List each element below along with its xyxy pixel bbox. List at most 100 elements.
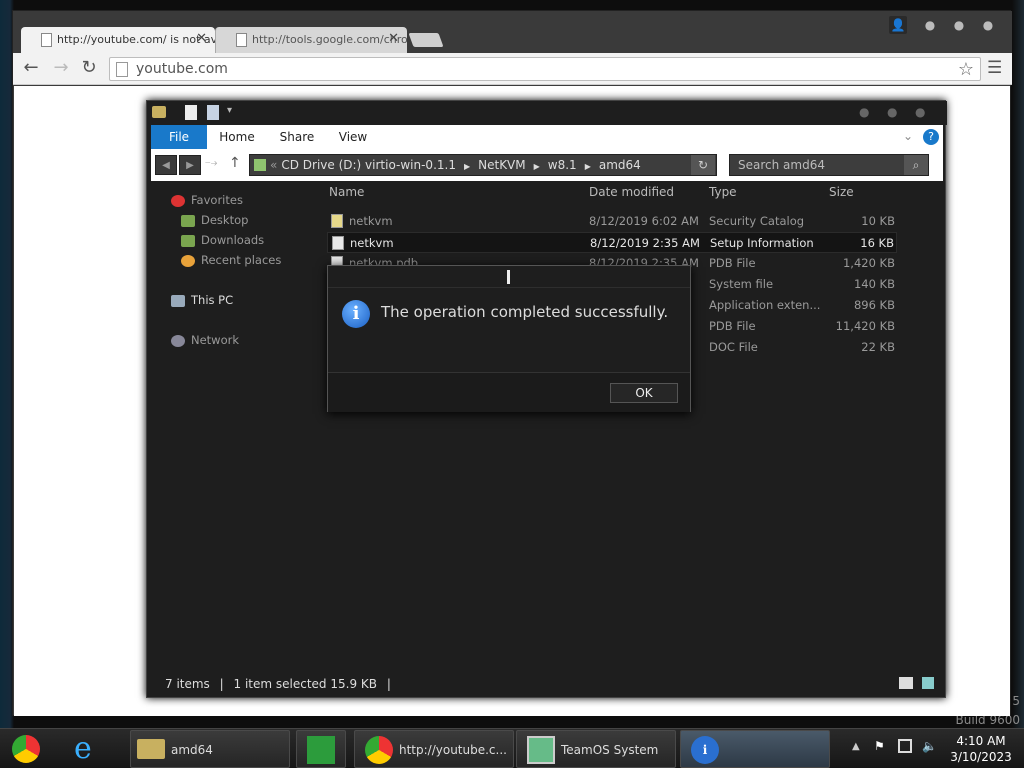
- volume-muted-icon[interactable]: 🔈: [922, 739, 937, 753]
- selection-info: 1 item selected 15.9 KB: [233, 677, 377, 691]
- qat-dropdown-icon[interactable]: ▾: [227, 105, 232, 116]
- crumb-netkvm[interactable]: NetKVM: [478, 158, 526, 172]
- new-tab-button[interactable]: [408, 33, 444, 47]
- info-icon: i: [691, 736, 719, 764]
- store-icon: [307, 736, 335, 764]
- back-icon[interactable]: ←: [19, 57, 43, 81]
- info-icon: i: [342, 300, 370, 328]
- close-button[interactable]: ●: [915, 105, 925, 119]
- page-icon: [236, 33, 247, 47]
- chrome-icon: [365, 736, 393, 764]
- chrome-pinned-icon: [12, 735, 40, 763]
- properties-icon[interactable]: [185, 105, 197, 120]
- new-folder-icon[interactable]: [207, 105, 219, 120]
- folder-icon: [152, 106, 166, 118]
- help-icon[interactable]: ?: [923, 129, 939, 145]
- nav-this-pc[interactable]: This PC: [171, 293, 233, 307]
- nav-favorites[interactable]: Favorites: [171, 193, 243, 207]
- taskbar-dialog[interactable]: i: [680, 730, 830, 768]
- close-tab-icon[interactable]: ✕: [196, 31, 207, 46]
- folder-icon: [137, 739, 165, 759]
- forward-icon[interactable]: ▶: [179, 155, 201, 175]
- bookmark-star-icon[interactable]: ☆: [958, 59, 974, 80]
- taskbar: e amd64 http://youtube.c... TeamOS Syste…: [0, 728, 1024, 768]
- ribbon: File Home Share View ⌄ ?: [151, 125, 943, 149]
- minimize-button[interactable]: ●: [859, 105, 869, 119]
- store-pinned-button[interactable]: [296, 730, 346, 768]
- nav-desktop[interactable]: Desktop: [181, 213, 248, 227]
- tab-file[interactable]: File: [151, 125, 207, 149]
- catalog-file-icon: [331, 214, 343, 228]
- dialog-footer: OK: [328, 372, 690, 412]
- maximize-button[interactable]: ●: [887, 105, 897, 119]
- clock-date: 3/10/2023: [950, 750, 1012, 764]
- tab-home[interactable]: Home: [215, 125, 259, 149]
- back-icon[interactable]: ◀: [155, 155, 177, 175]
- nav-downloads[interactable]: Downloads: [181, 233, 264, 247]
- address-input[interactable]: [136, 60, 936, 78]
- build-digit: 5: [1012, 694, 1020, 708]
- refresh-icon[interactable]: ↻: [691, 155, 715, 175]
- crumb-drive[interactable]: CD Drive (D:) virtio-win-0.1.1: [281, 158, 456, 172]
- crumb-w81[interactable]: w8.1: [548, 158, 577, 172]
- taskbar-teamos[interactable]: TeamOS System: [516, 730, 676, 768]
- page-icon: [116, 62, 128, 77]
- tab-share[interactable]: Share: [275, 125, 319, 149]
- expand-ribbon-icon[interactable]: ⌄: [903, 129, 913, 143]
- browser-toolbar: ← → ↻ ☆ ☰: [13, 53, 1012, 85]
- start-button[interactable]: [8, 730, 46, 768]
- clock-time: 4:10 AM: [956, 734, 1006, 748]
- file-row-selected[interactable]: netkvm 8/12/2019 2:35 AM Setup Information…: [327, 232, 897, 253]
- maximize-button[interactable]: ●: [950, 16, 968, 34]
- search-icon[interactable]: ⌕: [904, 155, 928, 175]
- omnibox[interactable]: ☆: [109, 57, 981, 81]
- nav-network[interactable]: Network: [171, 333, 239, 347]
- action-center-flag-icon[interactable]: ⚑: [874, 739, 885, 753]
- close-tab-icon[interactable]: ✕: [388, 31, 399, 46]
- file-row[interactable]: netkvm 8/12/2019 6:02 AM Security Catalog 1…: [327, 211, 897, 232]
- nav-recent-places[interactable]: Recent places: [181, 253, 281, 267]
- dialog-message: The operation completed successfully.: [381, 303, 669, 321]
- page-icon: [41, 33, 52, 47]
- status-bar: 7 items | 1 item selected 15.9 KB |: [165, 677, 391, 691]
- large-icons-view-icon[interactable]: [922, 677, 934, 689]
- minimize-button[interactable]: ●: [921, 16, 939, 34]
- tab-youtube[interactable]: http://youtube.com/ is not ava ✕: [21, 27, 215, 53]
- up-icon[interactable]: ↑: [229, 155, 241, 171]
- message-dialog: i The operation completed successfully. …: [327, 265, 691, 412]
- tab-title: http://tools.google.com/chrom: [252, 33, 407, 46]
- column-name[interactable]: Name: [329, 185, 364, 199]
- ok-button[interactable]: OK: [610, 383, 678, 403]
- address-bar[interactable]: «CD Drive (D:) virtio-win-0.1.1 ▶ NetKVM ▶ w…: [249, 154, 717, 176]
- item-count: 7 items: [165, 677, 210, 691]
- drive-icon: [254, 159, 266, 171]
- reload-icon[interactable]: ↻: [77, 57, 101, 81]
- dialog-titlebar: [328, 266, 690, 288]
- column-date[interactable]: Date modified: [589, 185, 674, 199]
- network-icon[interactable]: [898, 739, 912, 753]
- tab-google-tools[interactable]: http://tools.google.com/chrom ✕: [215, 27, 407, 53]
- tab-title: http://youtube.com/ is not ava: [57, 33, 215, 46]
- address-row: ◀ ▶ ⤍ ↑ «CD Drive (D:) virtio-win-0.1.1 ▶…: [151, 149, 943, 181]
- setup-file-icon: [332, 236, 344, 250]
- details-view-icon[interactable]: [899, 677, 913, 689]
- close-button[interactable]: ●: [979, 16, 997, 34]
- tab-view[interactable]: View: [331, 125, 375, 149]
- column-type[interactable]: Type: [709, 185, 737, 199]
- computer-icon: [527, 736, 555, 764]
- column-size[interactable]: Size: [829, 185, 854, 199]
- taskbar-chrome[interactable]: http://youtube.c...: [354, 730, 514, 768]
- tab-strip: http://youtube.com/ is not ava ✕ http://…: [13, 11, 1012, 53]
- ie-pinned-button[interactable]: e: [70, 730, 108, 768]
- search-input[interactable]: Search amd64 ⌕: [729, 154, 929, 176]
- forward-icon[interactable]: →: [49, 57, 73, 81]
- quick-access-toolbar: ▾ ● ● ●: [147, 101, 947, 125]
- menu-icon[interactable]: ☰: [987, 58, 1002, 78]
- taskbar-explorer[interactable]: amd64: [130, 730, 290, 768]
- internet-explorer-icon: e: [74, 731, 92, 766]
- profile-icon[interactable]: 👤: [889, 16, 907, 34]
- crumb-amd64[interactable]: amd64: [599, 158, 641, 172]
- show-hidden-icons[interactable]: ▲: [852, 741, 860, 752]
- clock[interactable]: 4:10 AM 3/10/2023: [946, 733, 1016, 765]
- recent-locations-icon[interactable]: ⤍: [205, 155, 217, 170]
